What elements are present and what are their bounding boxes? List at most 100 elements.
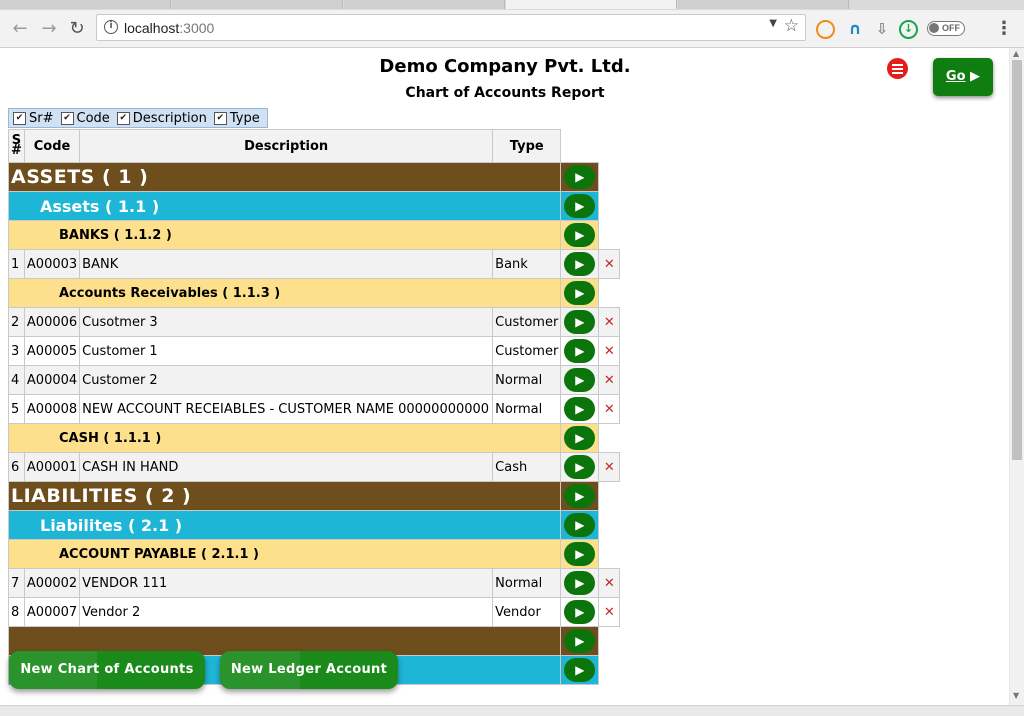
delete-icon[interactable]: ✕	[598, 336, 621, 366]
new-ledger-account-button[interactable]: New Ledger Account	[220, 651, 398, 689]
checkbox-checked-icon[interactable]: ✔	[13, 111, 26, 125]
account-type: Cash	[492, 452, 562, 482]
account-row: 8 A00007 Vendor 2 Vendor ▶ ✕	[8, 597, 621, 627]
account-row: 2 A00006 Cusotmer 3 Customer ▶ ✕	[8, 307, 621, 337]
power-icon[interactable]: ↓	[899, 20, 918, 39]
go-button[interactable]: Go ▶	[933, 58, 993, 96]
empty-cell	[599, 221, 620, 250]
open-account-button[interactable]: ▶	[564, 455, 596, 479]
account-type: Normal	[492, 394, 562, 424]
open-account-button[interactable]: ▶	[564, 310, 596, 334]
group-action-cell: ▶	[560, 423, 600, 453]
delete-icon[interactable]: ✕	[598, 365, 621, 395]
open-account-button[interactable]: ▶	[564, 600, 596, 624]
column-toggle-code[interactable]: ✔ Code	[59, 111, 110, 126]
open-account-button[interactable]: ▶	[564, 571, 596, 595]
bookmark-star-icon[interactable]: ☆	[784, 16, 799, 36]
group-row-level-1: LIABILITIES ( 2 ) ▶	[7, 481, 620, 511]
delete-icon[interactable]: ✕	[598, 597, 621, 627]
delete-icon[interactable]: ✕	[598, 394, 621, 424]
account-sr: 8	[8, 597, 25, 627]
back-icon[interactable]: ←	[9, 18, 31, 40]
extension-c-icon[interactable]	[816, 20, 835, 39]
extension-toggle[interactable]: OFF	[927, 21, 965, 36]
empty-cell	[599, 540, 620, 569]
account-action-cell: ▶	[560, 452, 600, 482]
open-account-button[interactable]: ▶	[564, 339, 596, 363]
browser-tab-active[interactable]	[506, 0, 677, 9]
account-action-cell: ▶	[560, 249, 600, 279]
group-row-level-2: Liabilites ( 2.1 ) ▶	[7, 510, 620, 540]
open-account-button[interactable]: ▶	[564, 252, 596, 276]
reload-icon[interactable]: ↻	[66, 18, 88, 40]
scroll-up-icon[interactable]: ▲	[1013, 49, 1019, 58]
account-description: Cusotmer 3	[79, 307, 494, 337]
open-group-button[interactable]: ▶	[564, 513, 596, 537]
account-sr: 4	[8, 365, 25, 395]
account-code: A00008	[23, 394, 81, 424]
browser-menu-icon[interactable]: ⋮	[995, 18, 1013, 39]
column-toggle-sr[interactable]: ✔ Sr#	[11, 111, 54, 126]
open-group-button[interactable]: ▶	[564, 426, 596, 450]
browser-tab[interactable]	[344, 0, 505, 9]
open-group-button[interactable]: ▶	[564, 281, 596, 305]
checkbox-checked-icon[interactable]: ✔	[116, 111, 130, 125]
account-action-cell: ▶	[560, 336, 600, 366]
scrollbar-thumb[interactable]	[1012, 60, 1022, 460]
open-group-button[interactable]: ▶	[564, 484, 596, 508]
open-group-button[interactable]: ▶	[564, 223, 596, 247]
open-group-button[interactable]: ▶	[564, 629, 596, 653]
delete-icon[interactable]: ✕	[598, 568, 621, 598]
delete-icon[interactable]: ✕	[598, 249, 621, 279]
group-label: CASH ( 1.1.1 )	[7, 423, 562, 453]
checkbox-checked-icon[interactable]: ✔	[60, 111, 74, 125]
new-chart-of-accounts-button[interactable]: New Chart of Accounts	[9, 651, 205, 689]
account-description: Customer 2	[79, 365, 494, 395]
group-row-level-3: ACCOUNT PAYABLE ( 2.1.1 ) ▶	[7, 539, 620, 569]
chart-of-accounts-table: S # Code Description Type ASSETS ( 1 ) ▶ As…	[7, 129, 621, 685]
menu-icon	[892, 68, 903, 70]
menu-icon	[892, 72, 903, 74]
account-code: A00005	[23, 336, 81, 366]
delete-icon[interactable]: ✕	[598, 452, 621, 482]
empty-cell	[599, 279, 620, 308]
hamburger-menu-button[interactable]	[887, 58, 908, 79]
open-group-button[interactable]: ▶	[564, 542, 596, 566]
address-bar[interactable]: i localhost:3000 ▼ ☆	[96, 14, 806, 41]
menu-icon	[892, 64, 903, 66]
column-header-description: Description	[79, 129, 494, 163]
column-toggle-description[interactable]: ✔ Description	[115, 111, 207, 126]
report-title: Chart of Accounts Report	[405, 85, 605, 101]
group-action-cell: ▶	[560, 162, 600, 192]
open-group-button[interactable]: ▶	[564, 658, 596, 682]
site-info-icon[interactable]: i	[104, 20, 118, 34]
address-dropdown-icon[interactable]: ▼	[769, 18, 777, 29]
download-icon[interactable]: ⇩	[872, 19, 892, 39]
checkbox-checked-icon[interactable]: ✔	[213, 111, 227, 125]
open-account-button[interactable]: ▶	[564, 368, 596, 392]
delete-icon[interactable]: ✕	[598, 307, 621, 337]
browser-tab[interactable]	[0, 0, 171, 9]
forward-icon[interactable]: →	[38, 18, 60, 40]
open-group-button[interactable]: ▶	[564, 165, 596, 189]
scroll-down-icon[interactable]: ▼	[1013, 691, 1019, 700]
account-description: Vendor 2	[79, 597, 494, 627]
account-row: 1 A00003 BANK Bank ▶ ✕	[8, 249, 621, 279]
vertical-scrollbar[interactable]: ▲ ▼	[1009, 48, 1024, 705]
group-label: ACCOUNT PAYABLE ( 2.1.1 )	[7, 539, 562, 569]
open-group-button[interactable]: ▶	[564, 194, 596, 218]
account-sr: 6	[8, 452, 25, 482]
account-code: A00007	[23, 597, 81, 627]
group-action-cell: ▶	[560, 655, 600, 685]
account-row: 3 A00005 Customer 1 Customer ▶ ✕	[8, 336, 621, 366]
group-action-cell: ▶	[560, 191, 600, 221]
browser-tab[interactable]	[172, 0, 343, 9]
account-type: Normal	[492, 568, 562, 598]
empty-cell	[599, 192, 620, 221]
group-action-cell: ▶	[560, 481, 600, 511]
open-account-button[interactable]: ▶	[564, 397, 596, 421]
column-toggle-type[interactable]: ✔ Type	[212, 111, 260, 126]
address-url: localhost:3000	[124, 20, 215, 36]
browser-tab[interactable]	[678, 0, 849, 9]
headphones-icon[interactable]: ∩	[845, 19, 865, 39]
